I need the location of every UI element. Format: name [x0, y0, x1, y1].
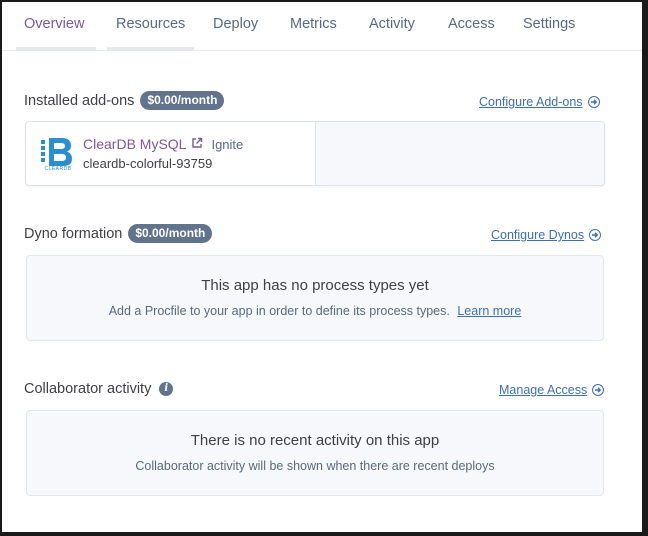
- tab-settings[interactable]: Settings: [523, 16, 575, 32]
- configure-addons-label: Configure Add-ons: [479, 95, 583, 109]
- external-link-icon: [191, 136, 203, 152]
- manage-access-link[interactable]: Manage Access: [499, 383, 605, 397]
- addons-header: Installed add-ons $0.00/month: [24, 91, 225, 110]
- app-window: Overview Resources Deploy Metrics Activi…: [0, 0, 648, 536]
- tab-overview[interactable]: Overview: [24, 16, 84, 32]
- tab-metrics[interactable]: Metrics: [290, 16, 337, 32]
- learn-more-link[interactable]: Learn more: [457, 304, 521, 318]
- configure-dynos-label: Configure Dynos: [491, 228, 585, 242]
- addon-name: ClearDB MySQL: [83, 136, 187, 152]
- configure-dynos-link[interactable]: Configure Dynos: [491, 228, 602, 242]
- cleardb-logo-icon: CLEARDB: [40, 136, 76, 172]
- tab-overview-underline: [16, 47, 96, 50]
- configure-addons-link[interactable]: Configure Add-ons: [479, 95, 600, 109]
- dynos-header: Dyno formation $0.00/month: [24, 224, 213, 243]
- addon-name-link[interactable]: ClearDB MySQL Ignite: [83, 136, 243, 152]
- dynos-title: Dyno formation: [24, 225, 123, 242]
- manage-access-label: Manage Access: [499, 383, 588, 397]
- collaborators-empty-state: There is no recent activity on this app …: [26, 410, 604, 496]
- tab-resources-underline: [107, 47, 194, 50]
- addon-card-side-panel: [315, 122, 604, 185]
- arrow-right-circle-icon: [592, 384, 605, 396]
- tab-deploy[interactable]: Deploy: [213, 16, 258, 32]
- addon-app-name: cleardb-colorful-93759: [83, 156, 213, 171]
- dynos-cost-badge: $0.00/month: [128, 224, 213, 243]
- dynos-empty-state: This app has no process types yet Add a …: [26, 255, 604, 341]
- dynos-empty-title: This app has no process types yet: [201, 277, 429, 294]
- arrow-right-circle-icon: [587, 96, 600, 108]
- addon-plan: Ignite: [211, 136, 244, 152]
- dynos-empty-text-row: Add a Procfile to your app in order to d…: [27, 304, 603, 318]
- collaborators-empty-text: Collaborator activity will be shown when…: [135, 459, 495, 473]
- tab-resources[interactable]: Resources: [116, 16, 185, 32]
- collaborators-empty-title: There is no recent activity on this app: [190, 432, 440, 449]
- addons-title: Installed add-ons: [24, 92, 135, 109]
- tab-activity[interactable]: Activity: [369, 16, 415, 32]
- collaborators-header: Collaborator activity i: [24, 381, 174, 397]
- addons-cost-badge: $0.00/month: [140, 91, 225, 110]
- arrow-right-circle-icon: [589, 229, 602, 241]
- tab-bar: Overview Resources Deploy Metrics Activi…: [2, 2, 642, 51]
- collaborators-title: Collaborator activity: [24, 381, 152, 397]
- addon-card: CLEARDB ClearDB MySQL Ignite cleardb-col…: [25, 121, 605, 186]
- dynos-empty-text: Add a Procfile to your app in order to d…: [108, 304, 450, 318]
- info-icon[interactable]: i: [159, 382, 174, 396]
- cleardb-logo-text: CLEARDB: [44, 166, 72, 172]
- tab-access[interactable]: Access: [448, 16, 495, 32]
